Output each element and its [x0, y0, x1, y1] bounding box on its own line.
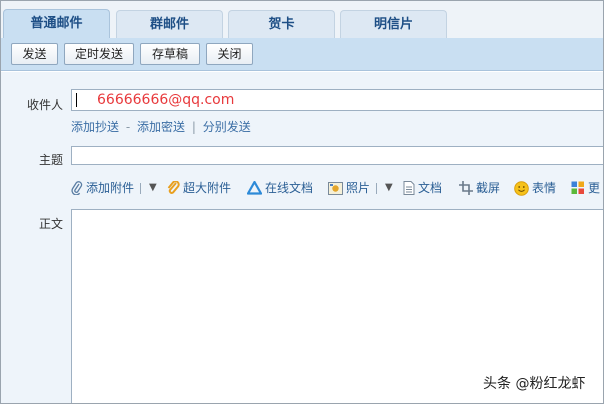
online-doc-icon [247, 181, 262, 195]
scissors-crop-icon [459, 181, 473, 195]
photo-icon [328, 181, 343, 195]
more-button[interactable]: 更 [571, 179, 600, 197]
document-icon [403, 181, 415, 195]
tab-normal-mail[interactable]: 普通邮件 [3, 9, 110, 39]
recipient-label: 收件人 [26, 98, 63, 112]
huge-attachment-button[interactable]: 超大附件 [167, 179, 231, 197]
divider [376, 182, 378, 194]
document-label: 文档 [418, 181, 443, 195]
add-attachment-button[interactable]: 添加附件 ▼ [71, 179, 157, 197]
more-label: 更 [588, 181, 601, 195]
add-attachment-dropdown-icon[interactable]: ▼ [149, 179, 157, 197]
send-button[interactable]: 发送 [11, 43, 58, 65]
apps-grid-icon [571, 181, 584, 194]
photo-button[interactable]: 照片 ▼ [328, 179, 393, 197]
tab-greeting-card[interactable]: 贺卡 [228, 10, 335, 38]
screenshot-button[interactable]: 截屏 [459, 179, 500, 197]
tab-postcard[interactable]: 明信片 [340, 10, 447, 38]
online-doc-label: 在线文档 [265, 181, 314, 195]
recipient-input[interactable]: 66666666@qq.com [71, 89, 603, 111]
photo-label: 照片 [346, 181, 371, 195]
add-cc-link[interactable]: 添加抄送 [71, 120, 119, 134]
online-doc-button[interactable]: 在线文档 [247, 179, 313, 197]
compose-toolbar: 发送 定时发送 存草稿 关闭 [1, 38, 603, 71]
document-button[interactable]: 文档 [403, 179, 442, 197]
recipient-options: 添加抄送 - 添加密送 | 分别发送 [71, 118, 251, 135]
save-draft-button[interactable]: 存草稿 [140, 43, 200, 65]
add-attachment-label: 添加附件 [86, 181, 135, 195]
photo-dropdown-icon[interactable]: ▼ [385, 179, 393, 197]
timed-send-button[interactable]: 定时发送 [64, 43, 134, 65]
compose-tabs: 普通邮件 群邮件 贺卡 明信片 [1, 1, 603, 39]
emoji-label: 表情 [532, 181, 557, 195]
split-send-link[interactable]: 分别发送 [203, 120, 251, 134]
close-button[interactable]: 关闭 [206, 43, 253, 65]
compose-window: 普通邮件 群邮件 贺卡 明信片 发送 定时发送 存草稿 关闭 收件人 66666… [0, 0, 604, 404]
tab-group-mail[interactable]: 群邮件 [116, 10, 223, 38]
screenshot-label: 截屏 [476, 181, 501, 195]
subject-label: 主题 [38, 153, 63, 167]
emoji-button[interactable]: 表情 [514, 179, 556, 197]
huge-attachment-label: 超大附件 [183, 181, 232, 195]
recipient-value: 66666666@qq.com [97, 92, 235, 108]
large-paperclip-icon [167, 181, 180, 194]
text-caret [76, 93, 77, 107]
divider [140, 182, 142, 194]
smiley-icon [514, 180, 529, 196]
cc-separator: - [125, 120, 131, 134]
add-bcc-link[interactable]: 添加密送 [137, 120, 185, 134]
compose-form: 收件人 66666666@qq.com 添加抄送 - 添加密送 | 分别发送 主… [1, 72, 603, 403]
split-separator: | [191, 120, 196, 134]
body-label: 正文 [38, 217, 63, 231]
watermark: 头条 @粉红龙虾 [483, 376, 586, 392]
paperclip-icon [71, 181, 83, 195]
subject-input[interactable] [71, 146, 603, 165]
